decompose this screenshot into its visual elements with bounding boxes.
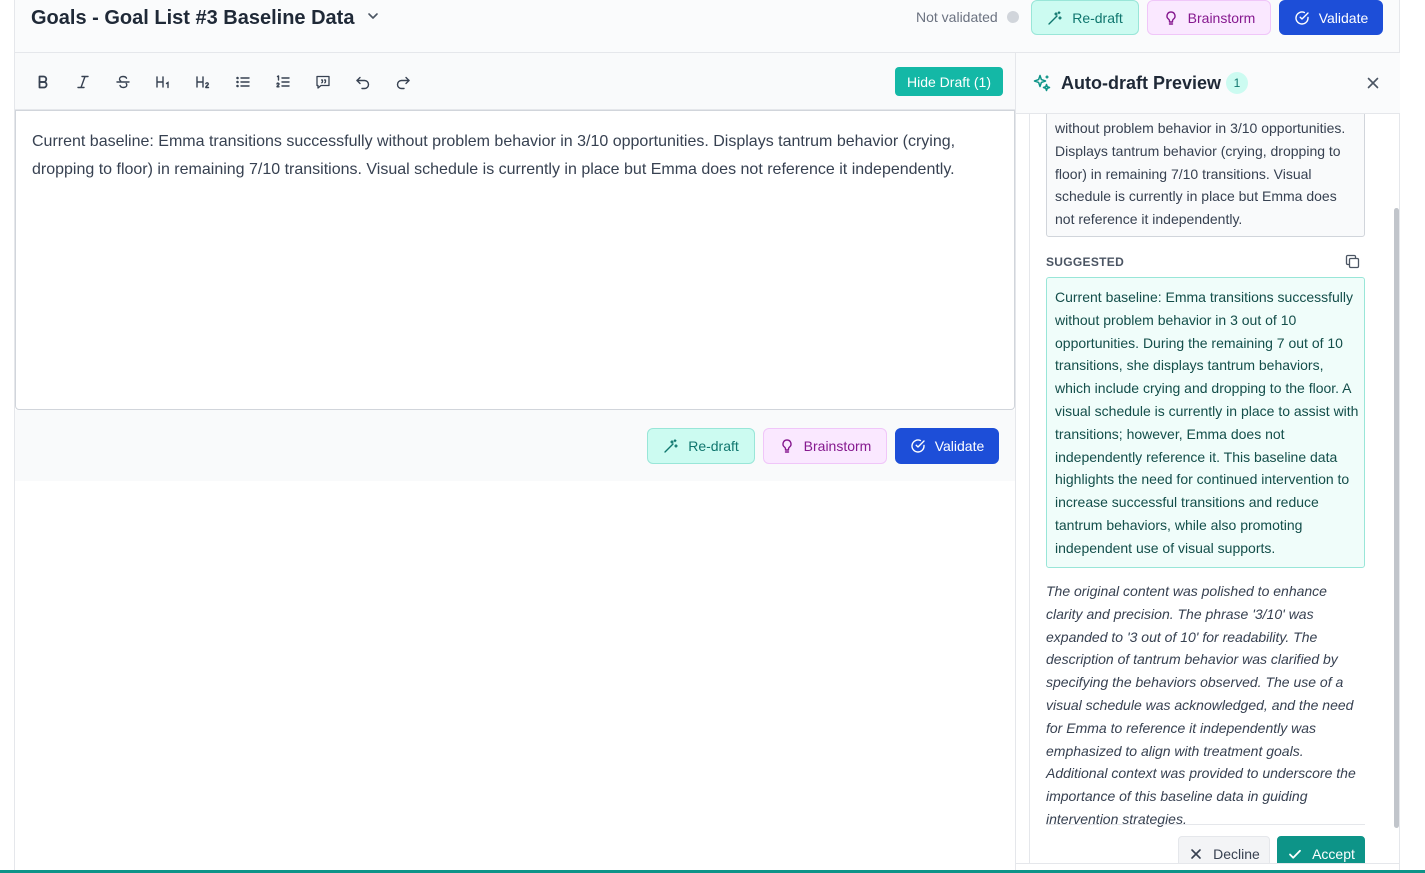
bullet-list-icon [236, 76, 250, 88]
undo-icon [356, 76, 370, 90]
editor-column: Hide Draft (1) Current baseline: Emma tr… [15, 53, 1015, 870]
header-validate-label: Validate [1318, 9, 1369, 26]
redo-icon [396, 76, 410, 90]
panel-footer-line [1016, 863, 1400, 864]
strikethrough-button[interactable] [111, 71, 135, 93]
magic-wand-icon [664, 439, 678, 453]
heading-2-button[interactable] [191, 71, 215, 93]
panel-header: Auto-draft Preview 1 [1016, 53, 1400, 114]
decline-label: Decline [1213, 846, 1260, 862]
panel-scrollbar[interactable] [1394, 208, 1399, 828]
footer-brainstorm-label: Brainstorm [803, 438, 872, 454]
numbered-list-icon [276, 75, 290, 88]
italic-icon [77, 75, 89, 89]
lightbulb-icon [1165, 10, 1176, 25]
original-text: without problem behavior in 3/10 opportu… [1055, 120, 1346, 228]
undo-button[interactable] [351, 71, 375, 93]
numbered-list-button[interactable] [271, 71, 295, 93]
copy-icon[interactable] [1344, 253, 1361, 270]
suggested-text-box: Current baseline: Emma transitions succe… [1046, 277, 1365, 568]
check-circle-icon [1295, 10, 1309, 25]
heading-1-button[interactable] [151, 71, 175, 93]
goal-editor-app: Goals - Goal List #3 Baseline Data Not v… [15, 0, 1400, 870]
check-circle-icon [911, 439, 925, 453]
draft-count-badge: 1 [1226, 72, 1248, 94]
status-indicator-dot [1007, 11, 1019, 23]
footer-brainstorm-button[interactable]: Brainstorm [763, 428, 887, 464]
check-icon [1289, 849, 1301, 859]
footer-validate-label: Validate [934, 438, 985, 454]
header-redraft-label: Re-draft [1072, 9, 1123, 26]
bold-icon [38, 75, 48, 89]
lightbulb-icon [781, 439, 792, 453]
suggested-label: SUGGESTED [1046, 255, 1125, 269]
panel-scroll-area[interactable]: without problem behavior in 3/10 opportu… [1029, 114, 1393, 864]
suggested-text: Current baseline: Emma transitions succe… [1055, 289, 1359, 556]
heading-1-icon [156, 76, 169, 89]
left-rail [0, 0, 15, 873]
editor-content[interactable]: Current baseline: Emma transitions succe… [32, 128, 972, 184]
decline-button[interactable]: Decline [1178, 836, 1270, 864]
text-editor[interactable]: Current baseline: Emma transitions succe… [15, 110, 1015, 410]
header-brainstorm-label: Brainstorm [1187, 9, 1256, 26]
footer-redraft-button[interactable]: Re-draft [647, 428, 755, 464]
footer-redraft-label: Re-draft [688, 438, 739, 454]
accept-label: Accept [1312, 846, 1355, 862]
magic-wand-icon [1048, 10, 1062, 25]
auto-draft-panel: Auto-draft Preview 1 without problem beh… [1015, 53, 1400, 870]
page-title: Goals - Goal List #3 Baseline Data [31, 7, 355, 29]
panel-title: Auto-draft Preview [1061, 73, 1222, 93]
accept-button[interactable]: Accept [1277, 836, 1365, 864]
panel-divider [1046, 824, 1365, 825]
hide-draft-button[interactable]: Hide Draft (1) [895, 67, 1003, 96]
quote-icon [316, 75, 330, 89]
change-explanation: The original content was polished to enh… [1046, 583, 1356, 827]
page-header: Goals - Goal List #3 Baseline Data Not v… [15, 0, 1399, 53]
close-icon[interactable] [1365, 75, 1381, 91]
header-brainstorm-button[interactable]: Brainstorm [1147, 0, 1271, 35]
sparkles-icon [1033, 74, 1051, 92]
formatting-toolbar: Hide Draft (1) [15, 53, 1015, 110]
header-validate-button[interactable]: Validate [1279, 0, 1383, 35]
chevron-down-icon[interactable] [365, 8, 381, 24]
header-redraft-button[interactable]: Re-draft [1031, 0, 1139, 35]
bullet-list-button[interactable] [231, 71, 255, 93]
editor-action-bar: Re-draft Brainstorm Validate [15, 410, 1015, 481]
quote-button[interactable] [311, 71, 335, 93]
x-icon [1191, 849, 1201, 859]
validation-status: Not validated [916, 9, 998, 25]
strikethrough-icon [116, 75, 130, 89]
italic-button[interactable] [71, 71, 95, 93]
bold-button[interactable] [31, 71, 55, 93]
heading-2-icon [196, 76, 210, 89]
footer-validate-button[interactable]: Validate [895, 428, 999, 464]
redo-button[interactable] [391, 71, 415, 93]
right-rail [1399, 0, 1425, 873]
original-text-box: without problem behavior in 3/10 opportu… [1046, 114, 1365, 237]
